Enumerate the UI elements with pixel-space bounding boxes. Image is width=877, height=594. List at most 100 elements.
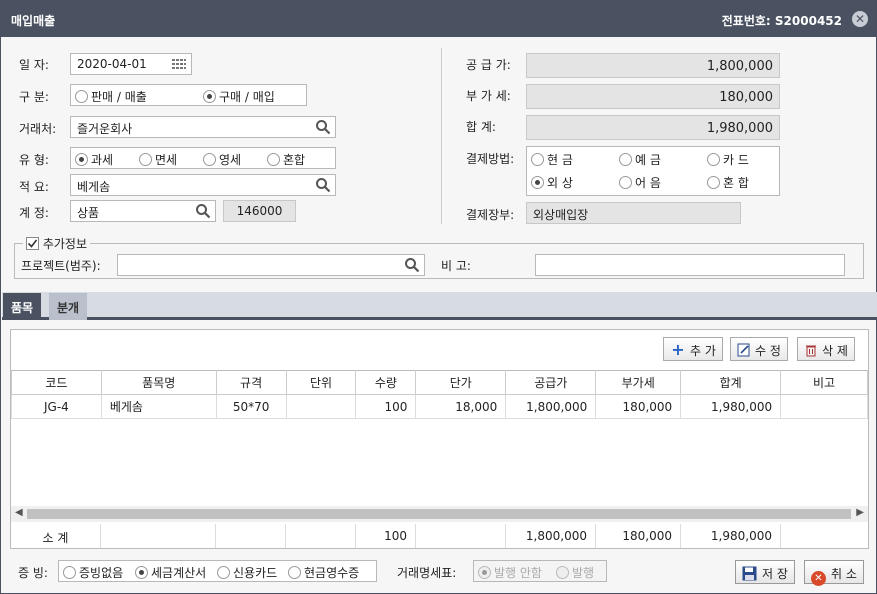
cancel-button[interactable]: ✕ 취 소 [804,560,864,586]
kind-option-taxable[interactable]: 과세 [75,151,113,168]
plus-icon: + [671,340,685,359]
search-icon[interactable] [404,257,420,273]
radio-checked-icon [75,153,88,166]
tab-items[interactable]: 품목 [3,293,42,320]
cell-supply[interactable]: 1,800,000 [505,394,597,419]
cell-note[interactable] [780,394,868,419]
search-icon[interactable] [315,119,331,135]
radio-label: 혼합 [283,153,306,167]
radio-label: 예 금 [635,153,661,167]
delete-button[interactable]: 삭 제 [797,337,855,361]
col-header-qty[interactable]: 수량 [355,370,417,395]
col-header-total[interactable]: 합계 [680,370,782,395]
search-icon[interactable] [195,203,211,219]
note-input[interactable] [535,254,845,276]
subtotal-empty [101,524,216,548]
horizontal-scrollbar[interactable]: ◀ ▶ [11,506,868,522]
cell-qty[interactable]: 100 [355,394,417,419]
vat-value: 180,000 [526,84,780,109]
cell-price[interactable]: 18,000 [415,394,507,419]
date-value: 2020-04-01 [77,57,147,71]
radio-label: 세금계산서 [151,566,207,580]
client-input[interactable]: 즐거운회사 [70,116,336,138]
cancel-icon: ✕ [811,571,826,586]
radio-icon [267,153,280,166]
radio-icon [203,153,216,166]
kind-option-mixed[interactable]: 혼합 [267,151,305,168]
col-header-vat[interactable]: 부가세 [595,370,682,395]
tab-bar: 품목 분개 [2,292,877,320]
radio-checked-icon [531,176,544,189]
cell-spec[interactable]: 50*70 [215,394,287,419]
kind-option-zero[interactable]: 영세 [203,151,241,168]
total-label: 합 계: [466,120,496,134]
tab-journal[interactable]: 분개 [49,293,88,320]
pay-option-bill[interactable]: 어 음 [619,174,661,191]
radio-checked-icon [478,566,491,579]
radio-icon [288,566,301,579]
floppy-disk-icon [742,566,757,581]
memo-input[interactable]: 베게솜 [70,174,336,196]
subtotal-empty [216,524,286,548]
col-header-unit[interactable]: 단위 [285,370,357,395]
radio-icon [217,566,230,579]
statement-option-no[interactable]: 발행 안함 [478,564,542,581]
radio-label: 외 상 [547,176,573,190]
edit-button[interactable]: 수 정 [730,337,788,361]
evidence-option-tax-invoice[interactable]: 세금계산서 [135,564,206,581]
col-header-price[interactable]: 단가 [415,370,507,395]
pay-option-card[interactable]: 카 드 [707,151,749,168]
col-header-supply[interactable]: 공급가 [505,370,597,395]
close-icon[interactable]: ✕ [852,11,868,27]
statement-option-yes[interactable]: 발행 [556,564,594,581]
radio-label: 현 금 [547,153,573,167]
pay-option-cash[interactable]: 현 금 [531,151,573,168]
add-button[interactable]: + 추 가 [663,337,723,361]
scroll-right-icon[interactable]: ▶ [856,507,864,518]
cell-unit[interactable] [285,394,357,419]
project-input[interactable] [117,254,425,276]
radio-checked-icon [203,90,216,103]
pay-option-mixed[interactable]: 혼 합 [707,174,749,191]
memo-value: 베게솜 [77,180,111,194]
radio-icon [556,566,569,579]
extra-info-fieldset: 추가정보 프로젝트(범주): 비 고: [14,235,864,279]
cell-vat[interactable]: 180,000 [595,394,682,419]
account-code: 146000 [223,200,296,222]
dialog-window: 매입매출 전표번호: S2000452 ✕ 일 자: 2020-04-01 구 … [0,0,877,594]
scroll-thumb[interactable] [27,509,851,519]
evidence-option-card[interactable]: 신용카드 [217,564,277,581]
cell-name[interactable]: 베게솜 [100,394,217,419]
save-button[interactable]: 저 장 [735,560,795,584]
calendar-icon[interactable] [171,56,187,72]
radio-label: 증빙없음 [79,566,124,580]
table-row[interactable]: JG-4 베게솜 50*70 100 18,000 1,800,000 180,… [11,394,868,419]
radio-label: 발행 안함 [494,566,542,580]
statement-radio-group: 발행 안함 발행 [473,560,607,582]
radio-icon [139,153,152,166]
ledger-value: 외상매입장 [526,202,741,224]
evidence-option-none[interactable]: 증빙없음 [63,564,123,581]
scroll-left-icon[interactable]: ◀ [15,507,23,518]
radio-icon [707,153,720,166]
col-header-code[interactable]: 코드 [11,370,102,395]
col-header-spec[interactable]: 규격 [215,370,287,395]
date-label: 일 자: [19,58,49,72]
pay-option-deposit[interactable]: 예 금 [619,151,661,168]
type-option-sales[interactable]: 판매 / 매출 [75,88,147,105]
cell-total[interactable]: 1,980,000 [680,394,782,419]
extra-info-legend[interactable]: 추가정보 [23,235,90,252]
subtotal-label: 소 계 [11,524,101,548]
col-header-name[interactable]: 품목명 [100,370,217,395]
date-field[interactable]: 2020-04-01 [70,53,192,75]
kind-option-exempt[interactable]: 면세 [139,151,177,168]
evidence-option-cash-receipt[interactable]: 현금영수증 [288,564,359,581]
pay-option-credit[interactable]: 외 상 [531,174,573,191]
search-icon[interactable] [315,177,331,193]
cell-code[interactable]: JG-4 [11,394,102,419]
type-option-purchase[interactable]: 구매 / 매입 [203,88,275,105]
col-header-note[interactable]: 비고 [780,370,868,395]
radio-label: 영세 [219,153,242,167]
radio-checked-icon [135,566,148,579]
account-input[interactable]: 상품 [70,200,216,222]
